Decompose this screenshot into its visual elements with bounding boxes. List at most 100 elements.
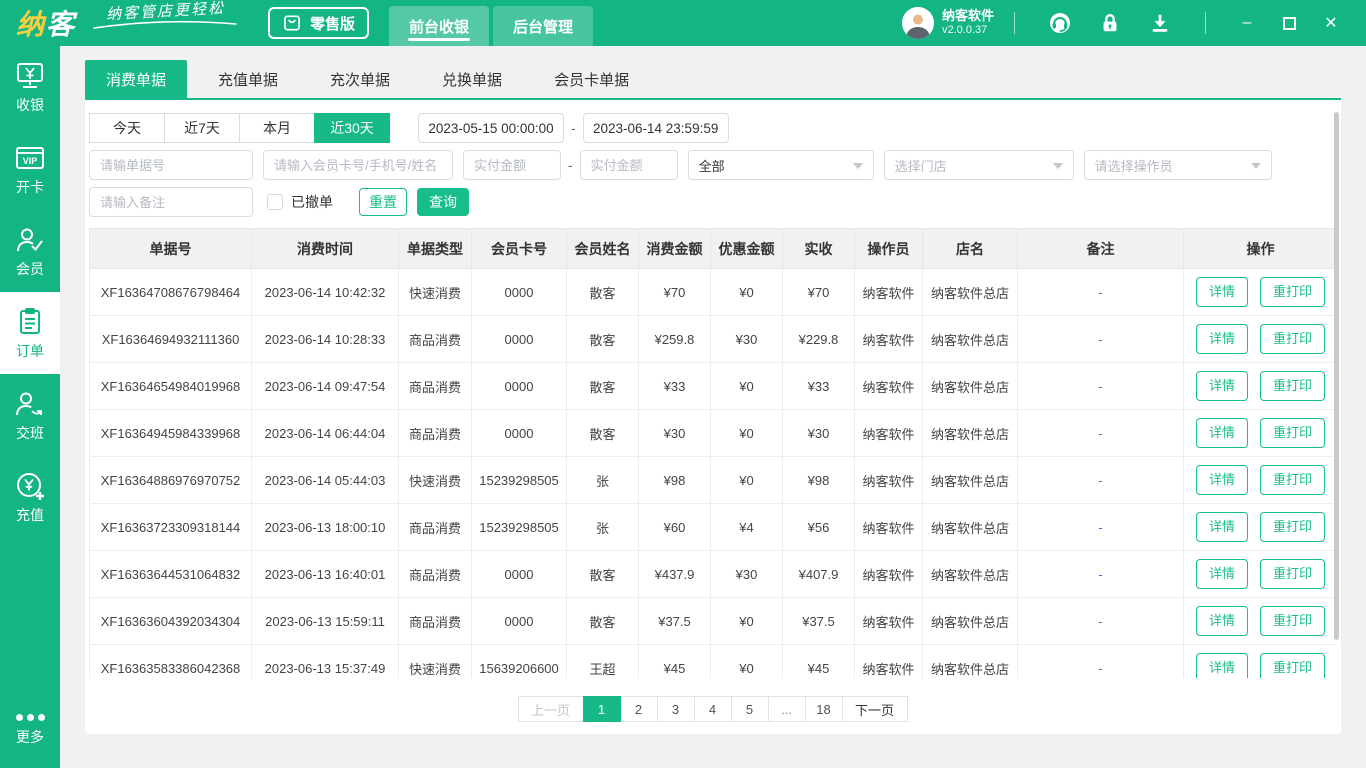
detail-button[interactable]: 详情: [1195, 277, 1248, 307]
sidebar-item-会员[interactable]: 会员: [0, 210, 60, 292]
amount-max-input[interactable]: [579, 150, 678, 180]
more-dots-icon: [15, 713, 45, 721]
tab-会员卡单据[interactable]: 会员卡单据: [533, 60, 650, 98]
table-cell: ¥30: [710, 315, 783, 363]
range-button-近7天[interactable]: 近7天: [164, 113, 240, 143]
reprint-button[interactable]: 重打印: [1260, 606, 1326, 636]
action-cell: 详情 重打印: [1183, 597, 1337, 645]
detail-button[interactable]: 详情: [1195, 653, 1248, 678]
table-cell: ¥98: [638, 456, 711, 504]
detail-button[interactable]: 详情: [1195, 559, 1248, 589]
voided-checkbox-label: 已撤单: [291, 194, 333, 210]
remark-input[interactable]: [89, 187, 253, 217]
vertical-scrollbar[interactable]: [1334, 112, 1339, 640]
table-cell: 商品消费: [398, 409, 472, 457]
pay-type-select[interactable]: 全部: [687, 150, 874, 180]
sidebar-item-交班[interactable]: 交班: [0, 374, 60, 456]
reprint-button[interactable]: 重打印: [1260, 277, 1326, 307]
column-header-实收: 实收: [782, 228, 855, 269]
sidebar-item-more[interactable]: 更多: [0, 702, 60, 758]
close-button[interactable]: ✕: [1318, 13, 1344, 33]
tab-消费单据[interactable]: 消费单据: [85, 60, 188, 98]
search-button[interactable]: 查询: [417, 188, 469, 216]
table-cell: ¥30: [638, 409, 711, 457]
table-cell: 2023-06-13 15:59:11: [251, 597, 399, 645]
table-cell: 15239298505: [471, 503, 567, 551]
action-cell: 详情 重打印: [1183, 503, 1337, 551]
detail-button[interactable]: 详情: [1195, 324, 1248, 354]
pagination: 上一页 1 2 3 4 5... 18 下一页: [85, 696, 1341, 722]
reprint-button[interactable]: 重打印: [1260, 418, 1326, 448]
table-cell: 0000: [471, 268, 567, 316]
page-button-5[interactable]: 5: [730, 696, 769, 722]
date-from-input[interactable]: [418, 113, 564, 143]
divider: [1014, 12, 1015, 34]
table-row: XF16363644531064832 2023-06-13 16:40:01 商品…: [89, 550, 1337, 598]
column-header-消费时间: 消费时间: [251, 228, 399, 269]
member-search-input[interactable]: [263, 150, 453, 180]
avatar[interactable]: [901, 7, 934, 39]
voided-checkbox[interactable]: [267, 194, 283, 210]
table-cell: XF16364694932111360: [89, 315, 252, 363]
reprint-button[interactable]: 重打印: [1260, 512, 1326, 542]
range-button-近30天[interactable]: 近30天: [314, 113, 390, 143]
sidebar-item-收银[interactable]: 收银: [0, 46, 60, 128]
lock-icon[interactable]: [1098, 11, 1122, 35]
column-header-操作: 操作: [1183, 228, 1337, 269]
store-select[interactable]: 选择门店: [883, 150, 1074, 180]
sidebar-item-充值[interactable]: 充值: [0, 456, 60, 538]
reprint-button[interactable]: 重打印: [1260, 324, 1326, 354]
table-cell: XF16364945984339968: [89, 409, 252, 457]
detail-button[interactable]: 详情: [1195, 512, 1248, 542]
nav-tab-后台管理[interactable]: 后台管理: [493, 6, 594, 46]
download-icon[interactable]: [1148, 11, 1172, 35]
date-to-input[interactable]: [582, 113, 729, 143]
page-button-18[interactable]: 18: [804, 696, 843, 722]
minimize-button[interactable]: –: [1234, 14, 1260, 32]
column-header-单据类型: 单据类型: [398, 228, 472, 269]
next-page-button[interactable]: 下一页: [841, 696, 908, 722]
table-cell: 15239298505: [471, 456, 567, 504]
order-no-input[interactable]: [89, 150, 253, 180]
range-button-今天[interactable]: 今天: [89, 113, 165, 143]
chevron-down-icon: [852, 163, 863, 169]
table-cell: 纳客软件总店: [922, 644, 1018, 678]
table-cell: 纳客软件总店: [922, 362, 1018, 410]
nav-tab-前台收银[interactable]: 前台收银: [389, 6, 490, 46]
sidebar-item-label: 会员: [16, 260, 44, 277]
table-cell: 纳客软件: [854, 550, 923, 598]
reprint-button[interactable]: 重打印: [1260, 559, 1326, 589]
column-header-会员卡号: 会员卡号: [471, 228, 567, 269]
action-cell: 详情 重打印: [1183, 268, 1337, 316]
customer-service-icon[interactable]: [1048, 11, 1072, 35]
detail-button[interactable]: 详情: [1195, 465, 1248, 495]
detail-button[interactable]: 详情: [1195, 371, 1248, 401]
page-button-2[interactable]: 2: [619, 696, 658, 722]
sidebar-item-订单[interactable]: 订单: [0, 292, 60, 374]
amount-min-input[interactable]: [463, 150, 561, 180]
detail-button[interactable]: 详情: [1195, 418, 1248, 448]
table-cell: 2023-06-14 06:44:04: [251, 409, 399, 457]
sidebar-item-label: 收银: [16, 96, 44, 113]
table-row: XF16364654984019968 2023-06-14 09:47:54 商品…: [89, 362, 1337, 410]
detail-button[interactable]: 详情: [1195, 606, 1248, 636]
table-cell: 散客: [566, 597, 639, 645]
tab-兑换单据[interactable]: 兑换单据: [421, 60, 523, 98]
page-button-4[interactable]: 4: [693, 696, 732, 722]
tab-充值单据[interactable]: 充值单据: [197, 60, 299, 98]
maximize-button[interactable]: [1276, 16, 1302, 30]
reset-button[interactable]: 重置: [359, 188, 407, 216]
prev-page-button[interactable]: 上一页: [517, 696, 584, 722]
reprint-button[interactable]: 重打印: [1260, 465, 1326, 495]
table-cell: ¥259.8: [638, 315, 711, 363]
range-button-本月[interactable]: 本月: [239, 113, 315, 143]
page-button-1[interactable]: 1: [582, 696, 621, 722]
table-row: XF16363723309318144 2023-06-13 18:00:10 商品…: [89, 503, 1337, 551]
page-button-3[interactable]: 3: [656, 696, 695, 722]
reprint-button[interactable]: 重打印: [1260, 371, 1326, 401]
reprint-button[interactable]: 重打印: [1260, 653, 1326, 678]
table-cell: 2023-06-14 05:44:03: [251, 456, 399, 504]
tab-充次单据[interactable]: 充次单据: [309, 60, 411, 98]
sidebar-item-开卡[interactable]: VIP 开卡: [0, 128, 60, 210]
operator-select[interactable]: 请选择操作员: [1083, 150, 1272, 180]
